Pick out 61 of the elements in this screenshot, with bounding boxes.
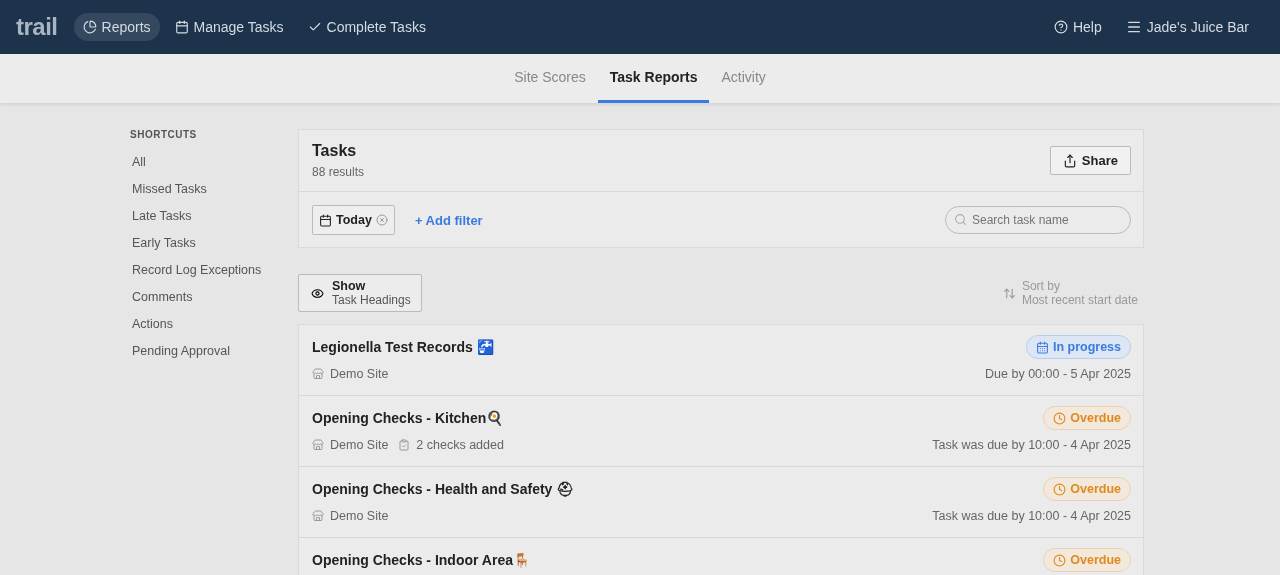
sidebar-item[interactable]: Comments — [130, 284, 276, 311]
task-row[interactable]: Opening Checks - Health and Safety ⛑ Overdue Demo Site Task was due by 10:00 - 4 Apr 2025 — [299, 467, 1143, 538]
calendar-icon — [319, 213, 332, 227]
status-badge: Overdue — [1043, 477, 1131, 501]
help-icon — [1053, 20, 1068, 34]
calendar-icon — [1035, 340, 1049, 354]
clock-icon — [1053, 411, 1067, 425]
sidebar-item[interactable]: Pending Approval — [130, 338, 276, 365]
add-filter-link[interactable]: + Add filter — [414, 212, 483, 228]
clear-icon[interactable] — [375, 214, 388, 226]
clock-icon — [1053, 482, 1067, 496]
result-count: 88 results — [312, 165, 365, 179]
check-icon — [307, 20, 322, 34]
share-icon — [1062, 153, 1077, 168]
logo[interactable]: trail — [16, 13, 58, 41]
status-badge: In progress — [1025, 335, 1131, 359]
task-title: Opening Checks - Indoor Area🪑 — [312, 552, 530, 568]
search-field[interactable]: Search task name — [945, 206, 1131, 234]
pie-icon — [82, 20, 97, 34]
sidebar-item[interactable]: Missed Tasks — [130, 176, 276, 203]
sidebar-item[interactable]: Actions — [130, 311, 276, 338]
due-date: Task was due by 10:00 - 4 Apr 2025 — [932, 509, 1131, 523]
show-headings-button[interactable]: Show Task Headings — [298, 274, 422, 312]
tab[interactable]: Task Reports — [597, 54, 710, 103]
account-menu[interactable]: Jade's Juice Bar — [1116, 13, 1258, 41]
eye-icon — [311, 286, 324, 300]
due-date: Task was due by 10:00 - 4 Apr 2025 — [932, 438, 1131, 452]
task-title: Opening Checks - Health and Safety ⛑ — [312, 481, 575, 497]
site-name: Demo Site — [330, 367, 389, 381]
clock-icon — [1053, 553, 1067, 567]
filter-chip[interactable]: Today — [312, 205, 395, 235]
panel-title: Tasks — [312, 142, 358, 160]
help-link[interactable]: Help — [1044, 13, 1111, 41]
site-name: Demo Site — [330, 438, 389, 452]
sidebar-item[interactable]: Record Log Exceptions — [130, 257, 276, 284]
due-date: Due by 00:00 - 5 Apr 2025 — [985, 367, 1131, 381]
nav-tab[interactable]: Reports — [73, 13, 160, 41]
checks-count: 2 checks added — [416, 438, 504, 452]
share-button[interactable]: Share — [1049, 146, 1131, 175]
store-icon — [312, 439, 324, 451]
sort-icon — [1002, 286, 1016, 300]
sidebar-item[interactable]: Early Tasks — [130, 230, 276, 257]
sidebar-item[interactable]: All — [130, 149, 276, 176]
menu-icon — [1125, 19, 1142, 35]
clipboard-icon — [398, 439, 411, 451]
sidebar-item[interactable]: Late Tasks — [130, 203, 276, 230]
sidebar-heading: SHORTCUTS — [130, 129, 198, 140]
task-row[interactable]: Legionella Test Records 🚰 In progress Demo Site Due by 00:00 - 5 Apr 2025 — [299, 325, 1143, 396]
task-title: Opening Checks - Kitchen🍳 — [312, 410, 504, 426]
site-name: Demo Site — [330, 509, 389, 523]
task-title: Legionella Test Records 🚰 — [312, 339, 494, 355]
status-badge: Overdue — [1043, 406, 1131, 430]
status-badge: Overdue — [1043, 548, 1131, 572]
store-icon — [312, 368, 324, 380]
store-icon — [312, 510, 324, 522]
search-icon — [954, 213, 967, 226]
calendar-icon — [174, 20, 189, 34]
nav-tab[interactable]: Complete Tasks — [298, 13, 435, 41]
task-row[interactable]: Opening Checks - Indoor Area🪑 Overdue — [299, 538, 1143, 575]
nav-tab[interactable]: Manage Tasks — [165, 13, 293, 41]
task-row[interactable]: Opening Checks - Kitchen🍳 Overdue Demo Site 2 checks added Task was due by 10:00 - 4 Apr 2025 — [299, 396, 1143, 467]
